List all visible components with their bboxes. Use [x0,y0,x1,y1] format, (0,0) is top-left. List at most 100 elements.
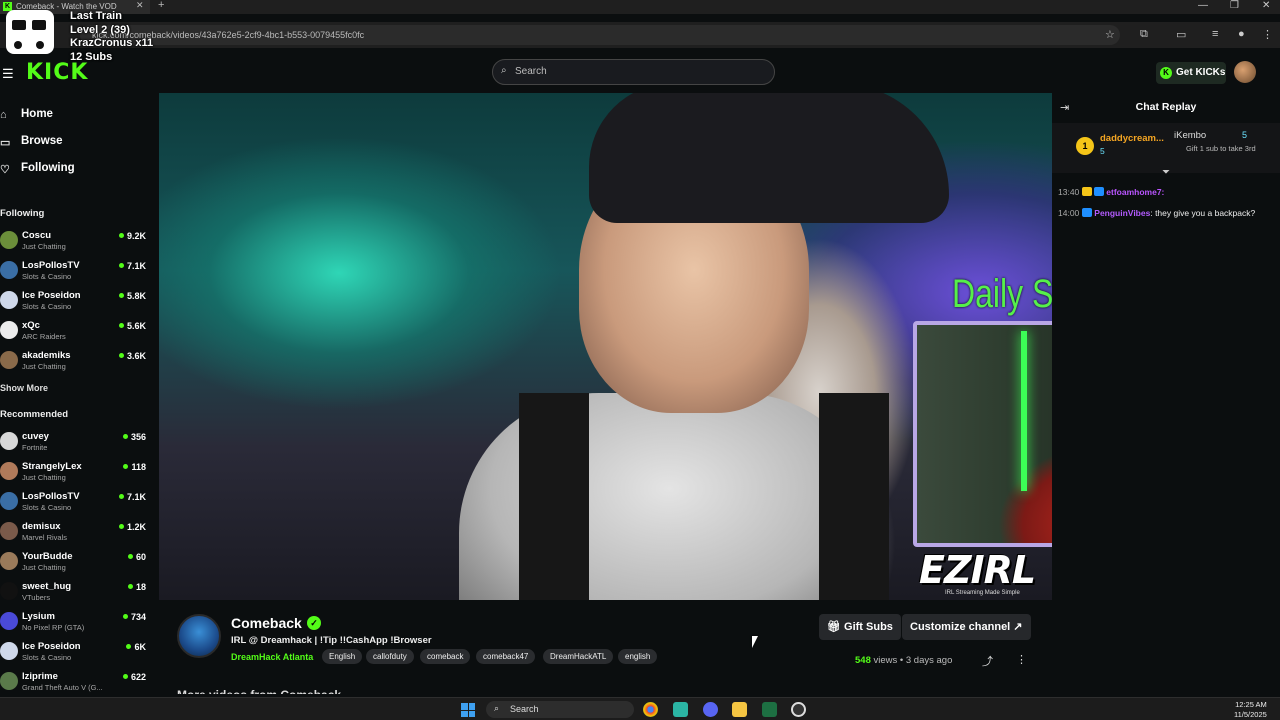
channel-category: Fortnite [22,443,48,452]
cast-icon[interactable]: ▭ [1176,28,1186,41]
channel-name: Lysium [22,611,55,622]
viewer-count: 18 [127,582,146,592]
discord-icon[interactable] [703,702,718,717]
tag[interactable]: callofduty [366,649,414,664]
viewer-count-value: 3.6K [126,351,146,361]
recommended-channel[interactable]: sweet_hug VTubers 18 [0,579,158,607]
channel-avatar [0,261,18,279]
viewer-count-value: 5.6K [126,321,146,331]
recommended-channel[interactable]: cuvey Fortnite 356 [0,429,158,457]
menu-icon[interactable]: ☰ [2,66,14,82]
new-tab-icon[interactable]: + [158,0,164,11]
tag[interactable]: DreamHackATL [543,649,614,664]
live-dot-icon [118,263,124,268]
channel-name: cuvey [22,431,49,442]
viewer-count: 3.6K [118,351,146,361]
media-icon[interactable]: ≡ [1212,28,1218,40]
show-more-button[interactable]: Show More [0,383,48,393]
app-icon[interactable] [673,702,688,717]
browse-icon: ▭ [0,137,11,149]
excel-icon[interactable] [762,702,777,717]
close-window-icon[interactable]: ✕ [1262,0,1270,11]
recommended-channel[interactable]: YourBudde Just Chatting 60 [0,549,158,577]
minimize-icon[interactable]: — [1198,0,1208,11]
viewer-count: 1.2K [118,522,146,532]
leaderboard-user[interactable]: iKembo [1174,130,1206,141]
file-explorer-icon[interactable] [732,702,747,717]
recommended-heading: Recommended [0,409,69,420]
gift-prompt[interactable]: Gift 1 sub to take 3rd [1186,144,1258,153]
following-channel[interactable]: akademiks Just Chatting 3.6K [0,348,158,376]
get-kicks-button[interactable]: K Get KICKs [1156,62,1226,84]
customize-channel-button[interactable]: Customize channel ↗ [902,614,1031,640]
channel-name: Ice Poseidon [22,641,81,652]
viewer-count-value: 622 [130,672,146,682]
following-heading: Following [0,208,45,219]
kicks-coin-icon: K [1160,67,1172,79]
channel-name: LosPollosTV [22,260,80,271]
following-channel[interactable]: Coscu Just Chatting 9.2K [0,228,158,256]
tag[interactable]: comeback [420,649,471,664]
gift-subs-button[interactable]: 🎁︎ Gift Subs [819,614,901,640]
gift-leaderboard: 1 daddycream... 5 iKembo 5 Gift 1 sub to… [1052,123,1280,173]
channel-avatar [0,492,18,510]
live-dot-icon [127,584,133,589]
channel-name: sweet_hug [22,581,72,592]
live-dot-icon [123,464,129,469]
message-user[interactable]: PenguinVibes [1094,208,1150,218]
chrome-icon[interactable] [643,702,658,717]
viewer-count-value: 7.1K [126,492,146,502]
search-icon: ⌕ [501,65,507,76]
message-time: 13:40 [1058,187,1080,197]
url-field[interactable]: kick.com/comeback/videos/43a762e5-2cf9-4… [80,25,1120,45]
obs-icon[interactable] [791,702,806,717]
recommended-channel[interactable]: lziprime Grand Theft Auto V (G... 622 [0,669,158,697]
tag[interactable]: comeback47 [476,649,536,664]
following-channel[interactable]: xQc ARC Raiders 5.6K [0,318,158,346]
maximize-icon[interactable]: ❐ [1230,0,1239,11]
bookmark-star-icon[interactable]: ☆ [1105,28,1115,41]
views-count: 548 [855,655,871,666]
chevron-down-icon[interactable]: ⏷ [1162,167,1170,178]
sidebar-item-label: Browse [21,135,63,147]
recommended-channel[interactable]: LosPollosTV Slots & Casino 7.1K [0,489,158,517]
sidebar-item-browse[interactable]: ▭ Browse [0,135,63,155]
user-avatar[interactable] [1234,61,1256,83]
chat-message: 13:40 etfoamhome7: [1058,186,1270,199]
more-options-icon[interactable]: ⋮ [1016,653,1027,666]
recommended-channel[interactable]: Ice Poseidon Slots & Casino 6K [0,639,158,667]
channel-avatar[interactable] [177,614,221,658]
browser-menu-icon[interactable]: ⋮ [1262,28,1273,41]
recommended-channel[interactable]: StrangelyLex Just Chatting 118 [0,459,158,487]
leaderboard-user[interactable]: daddycream... [1100,133,1164,144]
profile-icon[interactable]: ● [1238,28,1245,40]
wifi-badge-icon [1094,187,1105,196]
following-channel[interactable]: LosPollosTV Slots & Casino 7.1K [0,258,158,286]
tag[interactable]: English [322,649,363,664]
following-channel[interactable]: Ice Poseidon Slots & Casino 5.8K [0,288,158,316]
viewer-count: 734 [122,612,146,622]
tag[interactable]: english [618,649,658,664]
sidebar-item-home[interactable]: ⌂ Home [0,108,53,128]
channel-name: xQc [22,320,40,331]
search-input[interactable]: ⌕ Search [492,59,775,85]
category-link[interactable]: DreamHack Atlanta [231,652,313,662]
windows-start-icon[interactable] [461,703,475,717]
message-user[interactable]: etfoamhome7: [1106,187,1164,197]
mouse-cursor [752,636,758,648]
viewer-count: 6K [126,642,146,652]
share-icon[interactable]: ⤴ [982,653,993,669]
clock-date: 11/5/2025 [1234,710,1267,719]
extensions-icon[interactable]: ⧉ [1140,28,1148,41]
recommended-channel[interactable]: Lysium No Pixel RP (GTA) 734 [0,609,158,637]
channel-name[interactable]: Comeback [231,615,302,631]
sidebar-item-following[interactable]: ♡ Following [0,162,75,182]
live-dot-icon [118,524,124,529]
recommended-channel[interactable]: demisux Marvel Rivals 1.2K [0,519,158,547]
system-clock[interactable]: 12:25 AM 11/5/2025 [1234,700,1267,720]
taskbar-search[interactable]: ⌕ Search [486,701,634,718]
viewer-count-value: 9.2K [126,231,146,241]
channel-category: Marvel Rivals [22,533,68,542]
taskbar: ⌕ Search 12:25 AM 11/5/2025 [0,697,1280,720]
channel-avatar [0,462,18,480]
